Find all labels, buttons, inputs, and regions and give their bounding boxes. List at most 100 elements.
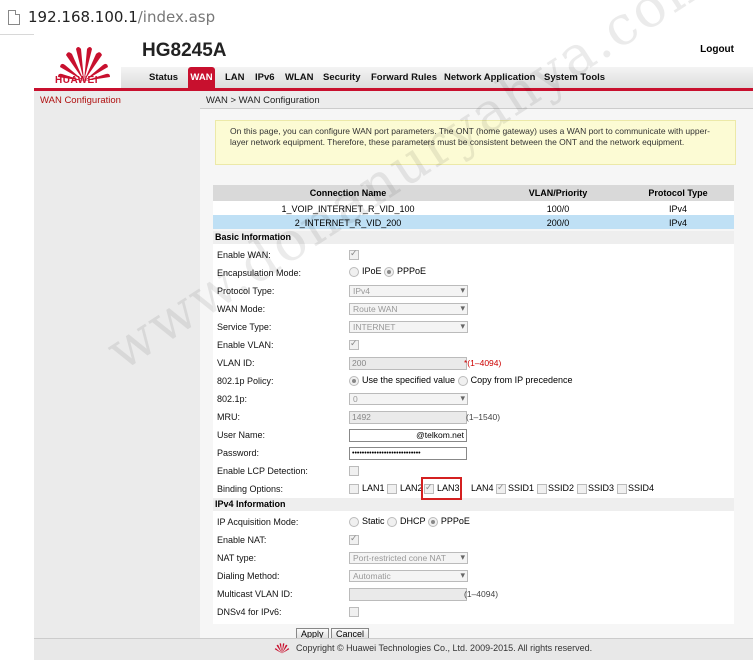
tab-network-application[interactable]: Network Application <box>444 72 536 83</box>
label-dialing-method: Dialing Method: <box>217 571 280 581</box>
acq-dhcp-label: DHCP <box>400 516 426 526</box>
acq-pppoe-radio[interactable] <box>427 516 438 527</box>
dnsv4-ipv6-checkbox[interactable] <box>349 606 359 617</box>
copyright-text: Copyright © Huawei Technologies Co., Ltd… <box>296 643 593 653</box>
label-binding-options: Binding Options: <box>217 484 284 494</box>
bind-ssid4-label: SSID4 <box>628 483 655 493</box>
breadcrumb-text: WAN > WAN Configuration <box>206 95 320 106</box>
lan3-highlight-box <box>421 477 462 500</box>
tab-lan[interactable]: LAN <box>225 72 245 83</box>
brand-name: HUAWEI <box>55 75 98 86</box>
section-basic-information: Basic Information <box>213 231 734 244</box>
logout-link[interactable]: Logout <box>700 44 734 55</box>
tab-security[interactable]: Security <box>323 72 361 83</box>
lcp-detection-checkbox[interactable] <box>349 465 359 476</box>
label-enable-vlan: Enable VLAN: <box>217 340 274 350</box>
password-input[interactable]: •••••••••••••••••••••••••••• <box>349 447 467 460</box>
policy-copy-radio[interactable] <box>457 375 468 386</box>
sidebar-item-wan-configuration[interactable]: WAN Configuration <box>40 95 121 106</box>
main-nav: Status WAN LAN IPv6 WLAN Security Forwar… <box>121 67 753 88</box>
enable-nat-checkbox[interactable] <box>349 533 359 545</box>
label-enable-nat: Enable NAT: <box>217 535 267 545</box>
bind-lan4-checkbox[interactable] <box>496 482 507 494</box>
mru-input[interactable]: 1492 <box>349 411 467 424</box>
label-multicast-vlan-id: Multicast VLAN ID: <box>217 589 293 599</box>
section-title: IPv4 Information <box>215 499 286 509</box>
cell-vlan-priority: 100/0 <box>546 204 570 214</box>
label-ip-acquisition-mode: IP Acquisition Mode: <box>217 517 299 527</box>
label-mru: MRU: <box>217 412 240 422</box>
url-path: /index.asp <box>137 8 216 26</box>
label-wan-mode: WAN Mode: <box>217 304 266 314</box>
policy-specified-radio[interactable] <box>349 375 359 386</box>
tab-ipv6[interactable]: IPv6 <box>255 72 275 83</box>
service-type-select[interactable]: INTERNET <box>349 321 468 333</box>
bind-lan1-checkbox[interactable] <box>349 483 359 494</box>
table-header: Connection Name VLAN/Priority Protocol T… <box>213 185 734 201</box>
url-host: 192.168.100.1 <box>28 8 138 26</box>
basic-form: Enable WAN: Encapsulation Mode: IPoE PPP… <box>213 244 734 498</box>
footer: Copyright © Huawei Technologies Co., Ltd… <box>34 638 753 660</box>
enable-wan-checkbox[interactable] <box>349 248 359 260</box>
table-row[interactable]: 1_VOIP_INTERNET_R_VID_100 100/0 IPv4 <box>213 201 734 215</box>
table-row-selected[interactable]: 2_INTERNET_R_VID_200 200/0 IPv4 <box>213 215 734 229</box>
page-icon <box>8 10 20 25</box>
address-bar[interactable]: 192.168.100.1/index.asp <box>0 0 753 35</box>
cell-connection-name: 2_INTERNET_R_VID_200 <box>294 218 402 228</box>
acq-pppoe-label: PPPoE <box>440 516 470 526</box>
bind-lan2-checkbox[interactable] <box>387 483 397 494</box>
enable-vlan-checkbox[interactable] <box>349 338 359 350</box>
acq-static-label: Static <box>362 516 385 526</box>
bind-ssid3-checkbox[interactable] <box>616 483 627 494</box>
huawei-footer-logo-icon <box>274 643 290 654</box>
nat-type-select[interactable]: Port-restricted cone NAT <box>349 552 468 564</box>
bind-ssid2-checkbox[interactable] <box>576 483 587 494</box>
header-vlan-priority: VLAN/Priority <box>528 188 588 198</box>
breadcrumb: WAN > WAN Configuration <box>200 91 753 109</box>
header: HUAWEI HG8245A Logout Status WAN LAN IPv… <box>34 34 753 92</box>
acq-static-radio[interactable] <box>349 516 359 527</box>
label-service-type: Service Type: <box>217 322 272 332</box>
tab-system-tools[interactable]: System Tools <box>544 72 605 83</box>
cell-protocol-type: IPv4 <box>668 218 687 228</box>
encap-ipoe-radio[interactable] <box>349 266 359 277</box>
bind-lan4-label: LAN4 <box>471 483 494 493</box>
user-name-input[interactable]: @telkom.net <box>349 429 467 442</box>
cell-protocol-type: IPv4 <box>668 204 687 214</box>
tab-wlan[interactable]: WLAN <box>285 72 314 83</box>
tab-forward-rules[interactable]: Forward Rules <box>371 72 437 83</box>
dialing-method-select[interactable]: Automatic <box>349 570 468 582</box>
label-enable-wan: Enable WAN: <box>217 250 271 260</box>
encap-ipoe-label: IPoE <box>362 266 382 276</box>
bind-ssid2-label: SSID2 <box>548 483 575 493</box>
8021p-select[interactable]: 0 <box>349 393 468 405</box>
acq-dhcp-radio[interactable] <box>387 516 398 527</box>
label-user-name: User Name: <box>217 430 266 440</box>
tab-wan[interactable]: WAN <box>188 67 215 88</box>
protocol-type-select[interactable]: IPv4 <box>349 285 468 297</box>
label-lcp-detection: Enable LCP Detection: <box>217 466 308 476</box>
bind-ssid1-label: SSID1 <box>508 483 535 493</box>
label-password: Password: <box>217 448 260 458</box>
multicast-vlan-hint: (1–4094) <box>464 589 499 599</box>
label-vlan-id: VLAN ID: <box>217 358 255 368</box>
bind-ssid3-label: SSID3 <box>588 483 615 493</box>
section-title: Basic Information <box>215 232 292 242</box>
policy-copy-label: Copy from IP precedence <box>470 375 573 385</box>
device-model: HG8245A <box>142 40 227 61</box>
vlan-id-input[interactable]: 200 <box>349 357 467 370</box>
wan-mode-select[interactable]: Route WAN <box>349 303 468 315</box>
section-ipv4-information: IPv4 Information <box>213 498 734 511</box>
encap-pppoe-radio[interactable] <box>384 266 395 277</box>
bind-lan1-label: LAN1 <box>362 483 385 493</box>
label-8021p: 802.1p: <box>217 394 248 404</box>
label-dnsv4-for-ipv6: DNSv4 for IPv6: <box>217 607 282 617</box>
vlan-id-hint: *(1–4094) <box>464 358 502 368</box>
bind-ssid1-checkbox[interactable] <box>536 483 547 494</box>
header-connection-name: Connection Name <box>309 188 387 198</box>
multicast-vlan-id-input[interactable] <box>349 588 467 601</box>
tab-status[interactable]: Status <box>149 72 178 83</box>
sidebar: WAN Configuration <box>34 91 201 638</box>
url-text[interactable]: 192.168.100.1/index.asp <box>28 8 215 26</box>
header-protocol-type: Protocol Type <box>648 188 708 198</box>
